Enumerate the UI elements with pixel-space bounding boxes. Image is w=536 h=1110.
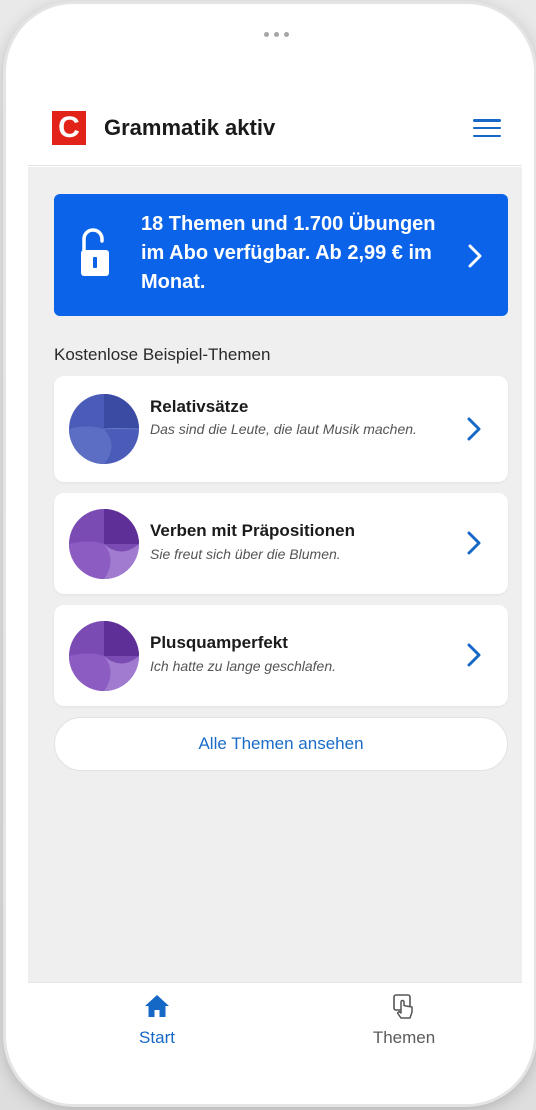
purple-circle-icon xyxy=(69,509,139,579)
topic-description: Ich hatte zu lange geschlafen. xyxy=(150,658,337,674)
topic-description: Sie freut sich über die Blumen. xyxy=(150,546,341,562)
app-header: C Grammatik aktiv xyxy=(28,90,522,166)
topic-card-plusquamperfekt[interactable]: Plusquamperfekt Ich hatte zu lange gesch… xyxy=(54,605,508,706)
handle-dots xyxy=(256,32,296,42)
section-title: Kostenlose Beispiel-Themen xyxy=(54,345,271,364)
hamburger-menu-icon[interactable] xyxy=(473,116,501,140)
app-screen: C Grammatik aktiv 18 Themen und 1.700 Üb… xyxy=(28,4,522,1104)
nav-item-themen[interactable]: Themen xyxy=(304,983,504,1063)
phone-frame: C Grammatik aktiv 18 Themen und 1.700 Üb… xyxy=(6,4,534,1104)
topic-card-relativsaetze[interactable]: Relativsätze Das sind die Leute, die lau… xyxy=(54,376,508,482)
topic-card-verben-mit-praepositionen[interactable]: Verben mit Präpositionen Sie freut sich … xyxy=(54,493,508,594)
chevron-right-icon xyxy=(468,244,482,268)
bottom-navigation: Start Themen xyxy=(28,982,522,1104)
nav-label: Start xyxy=(139,1028,175,1047)
app-title: Grammatik aktiv xyxy=(104,115,276,140)
nav-label: Themen xyxy=(372,1028,436,1047)
subscription-banner[interactable]: 18 Themen und 1.700 Übungen im Abo verfü… xyxy=(54,194,508,316)
main-content: 18 Themen und 1.700 Übungen im Abo verfü… xyxy=(28,167,522,982)
topic-title: Relativsätze xyxy=(150,397,249,416)
topic-title: Plusquamperfekt xyxy=(150,633,288,652)
home-icon xyxy=(145,995,169,1017)
tap-hand-icon xyxy=(393,994,413,1019)
all-topics-button[interactable]: Alle Themen ansehen xyxy=(54,717,508,771)
subscription-banner-text: 18 Themen und 1.700 Übungen im Abo verfü… xyxy=(141,213,436,293)
nav-item-start[interactable]: Start xyxy=(57,983,257,1063)
purple-circle-icon xyxy=(69,621,139,691)
chevron-right-icon xyxy=(467,531,481,555)
unlocked-padlock-icon xyxy=(81,228,109,276)
blue-circle-icon xyxy=(69,394,139,464)
brand-logo: C xyxy=(52,111,86,145)
chevron-right-icon xyxy=(467,643,481,667)
chevron-right-icon xyxy=(467,417,481,441)
topic-title: Verben mit Präpositionen xyxy=(150,521,355,540)
topic-description: Das sind die Leute, die laut Musik mache… xyxy=(150,421,417,437)
